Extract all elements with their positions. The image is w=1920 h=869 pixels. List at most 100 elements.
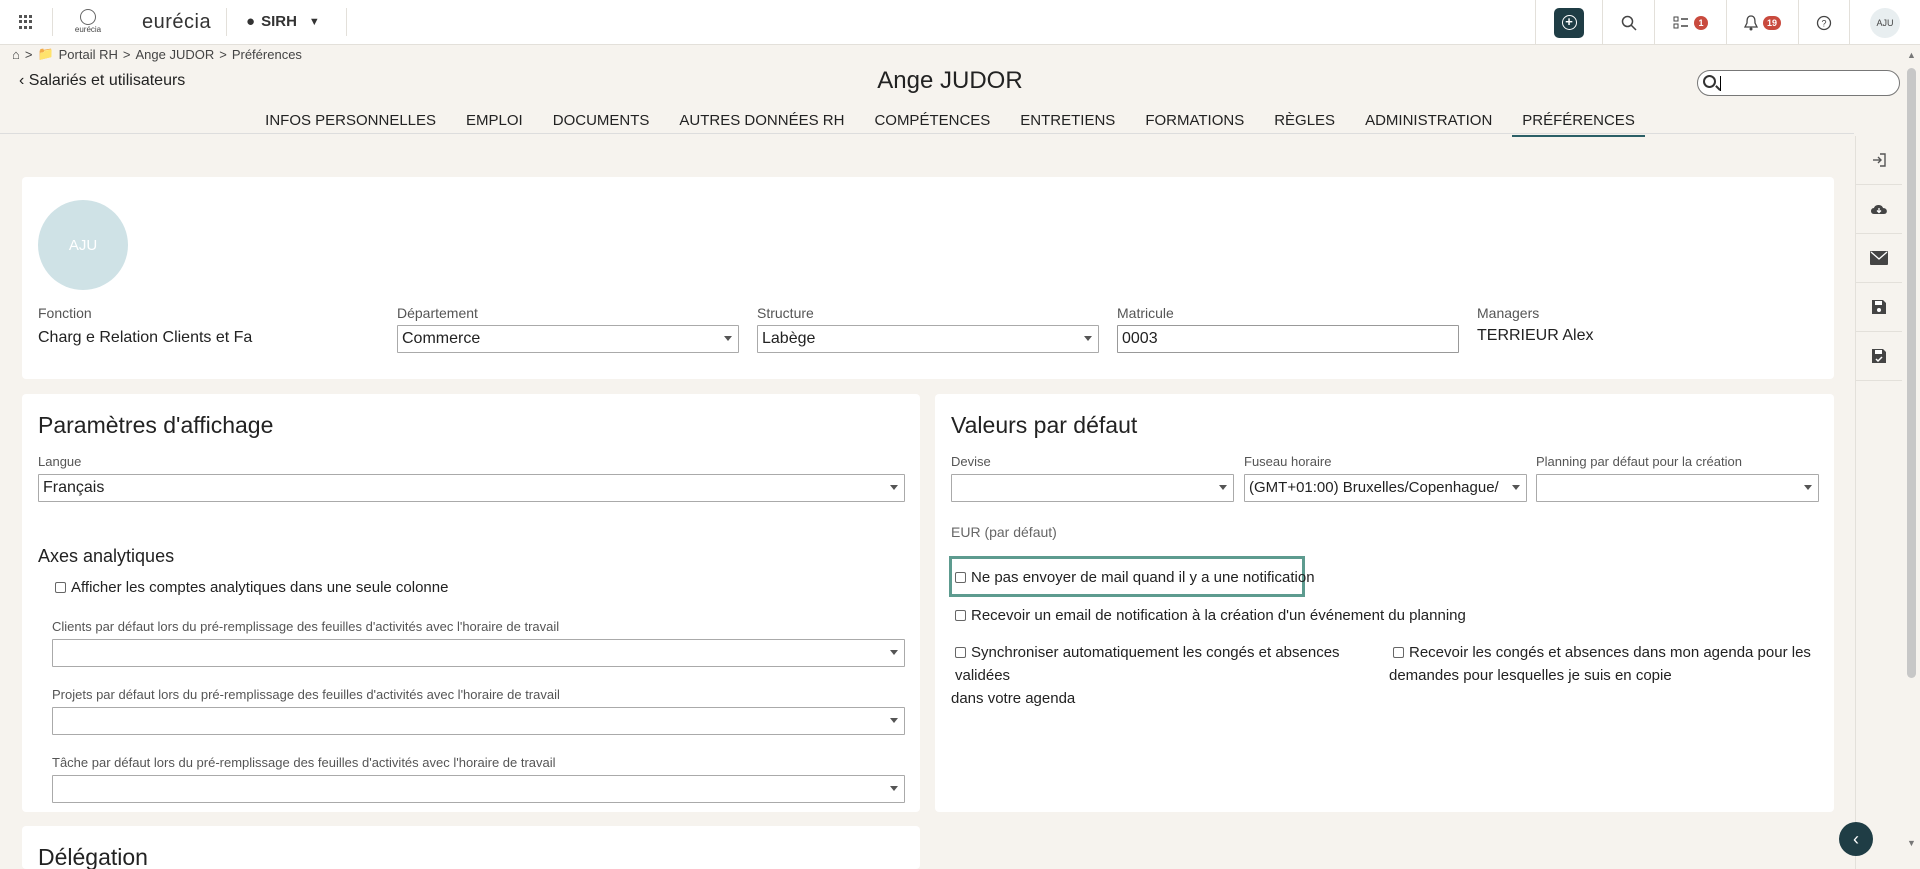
divider: [226, 8, 227, 36]
planning-label: Planning par défaut pour la création: [1536, 454, 1742, 469]
logout-icon: [1873, 153, 1886, 167]
checkbox-label-continued: dans votre agenda: [951, 690, 1076, 707]
langue-label: Langue: [38, 454, 82, 469]
planning-notification-option[interactable]: Recevoir un email de notification à la c…: [955, 604, 1466, 627]
clients-select[interactable]: [52, 639, 905, 667]
checkbox[interactable]: [55, 582, 66, 593]
delegation-title: Délégation: [38, 844, 148, 869]
notifications-button[interactable]: 19: [1726, 0, 1798, 45]
caret-down-icon: [1804, 485, 1812, 490]
fuseau-label: Fuseau horaire: [1244, 454, 1332, 469]
logo[interactable]: eurécia: [71, 9, 105, 39]
display-settings-card: [22, 394, 920, 812]
save-as-icon: [1872, 349, 1886, 363]
scroll-up-icon[interactable]: ▲: [1907, 50, 1916, 60]
departement-select[interactable]: Commerce: [397, 325, 739, 353]
quick-add-button[interactable]: +: [1554, 7, 1584, 38]
checkbox-label-continued: demandes pour lesquelles je suis en copi…: [1389, 667, 1672, 684]
currency-default-note: EUR (par défaut): [951, 524, 1057, 540]
caret-down-icon: [724, 336, 732, 341]
checkbox[interactable]: [955, 610, 966, 621]
home-icon[interactable]: ⌂: [12, 47, 20, 62]
save-button[interactable]: [1856, 283, 1902, 332]
breadcrumb-employee[interactable]: Ange JUDOR: [135, 47, 214, 62]
departement-label: Département: [397, 305, 478, 321]
scroll-down-icon[interactable]: ▼: [1907, 838, 1916, 848]
top-bar: eurécia eurécia ● SIRH ▼ + 1 19 ? AJU: [0, 0, 1920, 45]
text-cursor: [1720, 76, 1721, 91]
app-launcher-icon[interactable]: [19, 15, 33, 29]
planning-select[interactable]: [1536, 474, 1819, 502]
caret-down-icon: [890, 485, 898, 490]
checklist-icon: [1673, 16, 1689, 28]
axes-title: Axes analytiques: [38, 546, 175, 566]
checkbox[interactable]: [1393, 647, 1404, 658]
checkbox-label: Recevoir les congés et absences dans mon…: [1409, 644, 1811, 661]
download-button[interactable]: [1856, 185, 1902, 234]
divider: [52, 8, 53, 36]
fonction-label: Fonction: [38, 305, 92, 321]
tasks-button[interactable]: 1: [1654, 0, 1726, 45]
save-icon: [1872, 300, 1886, 314]
breadcrumb-portal[interactable]: Portail RH: [59, 47, 118, 62]
caret-down-icon: [890, 786, 898, 791]
scrollbar-thumb[interactable]: [1907, 68, 1916, 678]
langue-select[interactable]: Français: [38, 474, 905, 502]
avatar[interactable]: AJU: [38, 200, 128, 290]
checkbox[interactable]: [955, 647, 966, 658]
breadcrumb-separator: >: [122, 46, 131, 62]
checkbox-label: Synchroniser automatiquement les congés …: [955, 644, 1340, 684]
search-button[interactable]: [1602, 0, 1654, 45]
caret-down-icon: [890, 718, 898, 723]
caret-down-icon: [890, 650, 898, 655]
structure-select[interactable]: Labège: [757, 325, 1099, 353]
divider: [346, 8, 347, 36]
quick-add-area: +: [1535, 0, 1602, 45]
default-values-title: Valeurs par défaut: [951, 412, 1138, 438]
module-selector[interactable]: ● SIRH ▼: [246, 13, 320, 30]
delegation-card: Délégation: [22, 826, 920, 869]
breadcrumb-page: Préférences: [231, 46, 302, 62]
cloud-download-icon: [1871, 205, 1887, 214]
bell-icon: [1743, 14, 1758, 30]
langue-value: Français: [43, 479, 105, 496]
matricule-value: 0003: [1122, 330, 1158, 347]
help-button[interactable]: ?: [1798, 0, 1849, 45]
tache-select[interactable]: [52, 775, 905, 803]
scrollbar[interactable]: ▲ ▼: [1903, 48, 1920, 869]
tache-label: Tâche par défaut lors du pré-remplissage…: [52, 755, 556, 770]
notifications-badge: 19: [1762, 15, 1781, 30]
matricule-input[interactable]: 0003: [1117, 325, 1459, 353]
caret-down-icon: [1219, 485, 1227, 490]
save-as-button[interactable]: [1856, 332, 1902, 381]
brand-name: eurécia: [142, 11, 212, 33]
search-icon: [1703, 75, 1716, 88]
structure-value: Labège: [762, 330, 816, 347]
projets-select[interactable]: [52, 707, 905, 735]
matricule-label: Matricule: [1117, 305, 1174, 321]
avatar: AJU: [1870, 7, 1900, 38]
no-mail-notification-option[interactable]: Ne pas envoyer de mail quand il y a une …: [955, 566, 1315, 589]
collapse-panel-button[interactable]: ‹: [1839, 822, 1873, 856]
breadcrumb: ⌂ > 📁 Portail RH > Ange JUDOR > Préféren…: [12, 46, 302, 62]
search-icon: [1621, 15, 1637, 31]
search-input[interactable]: [1697, 70, 1900, 96]
user-menu[interactable]: AJU: [1849, 0, 1920, 45]
display-settings-title: Paramètres d'affichage: [38, 412, 274, 438]
devise-select[interactable]: [951, 474, 1234, 502]
checkbox[interactable]: [955, 572, 966, 583]
axes-single-column-option[interactable]: Afficher les comptes analytiques dans un…: [55, 576, 448, 599]
page-title: Ange JUDOR: [877, 67, 1023, 94]
plus-icon: +: [1561, 15, 1577, 30]
send-mail-button[interactable]: [1856, 234, 1902, 283]
fonction-value: Charg e Relation Clients et Fa: [38, 329, 253, 346]
departement-value: Commerce: [402, 330, 481, 347]
module-label: SIRH: [261, 13, 297, 30]
sync-absences-option[interactable]: Synchroniser automatiquement les congés …: [951, 641, 1381, 710]
copy-absences-option[interactable]: Recevoir les congés et absences dans mon…: [1389, 641, 1819, 687]
export-button[interactable]: [1856, 136, 1902, 185]
action-rail: [1855, 136, 1902, 869]
flame-icon: ●: [246, 13, 256, 30]
fuseau-select[interactable]: (GMT+01:00) Bruxelles/Copenhague/: [1244, 474, 1527, 502]
chevron-down-icon: ▼: [308, 15, 320, 28]
